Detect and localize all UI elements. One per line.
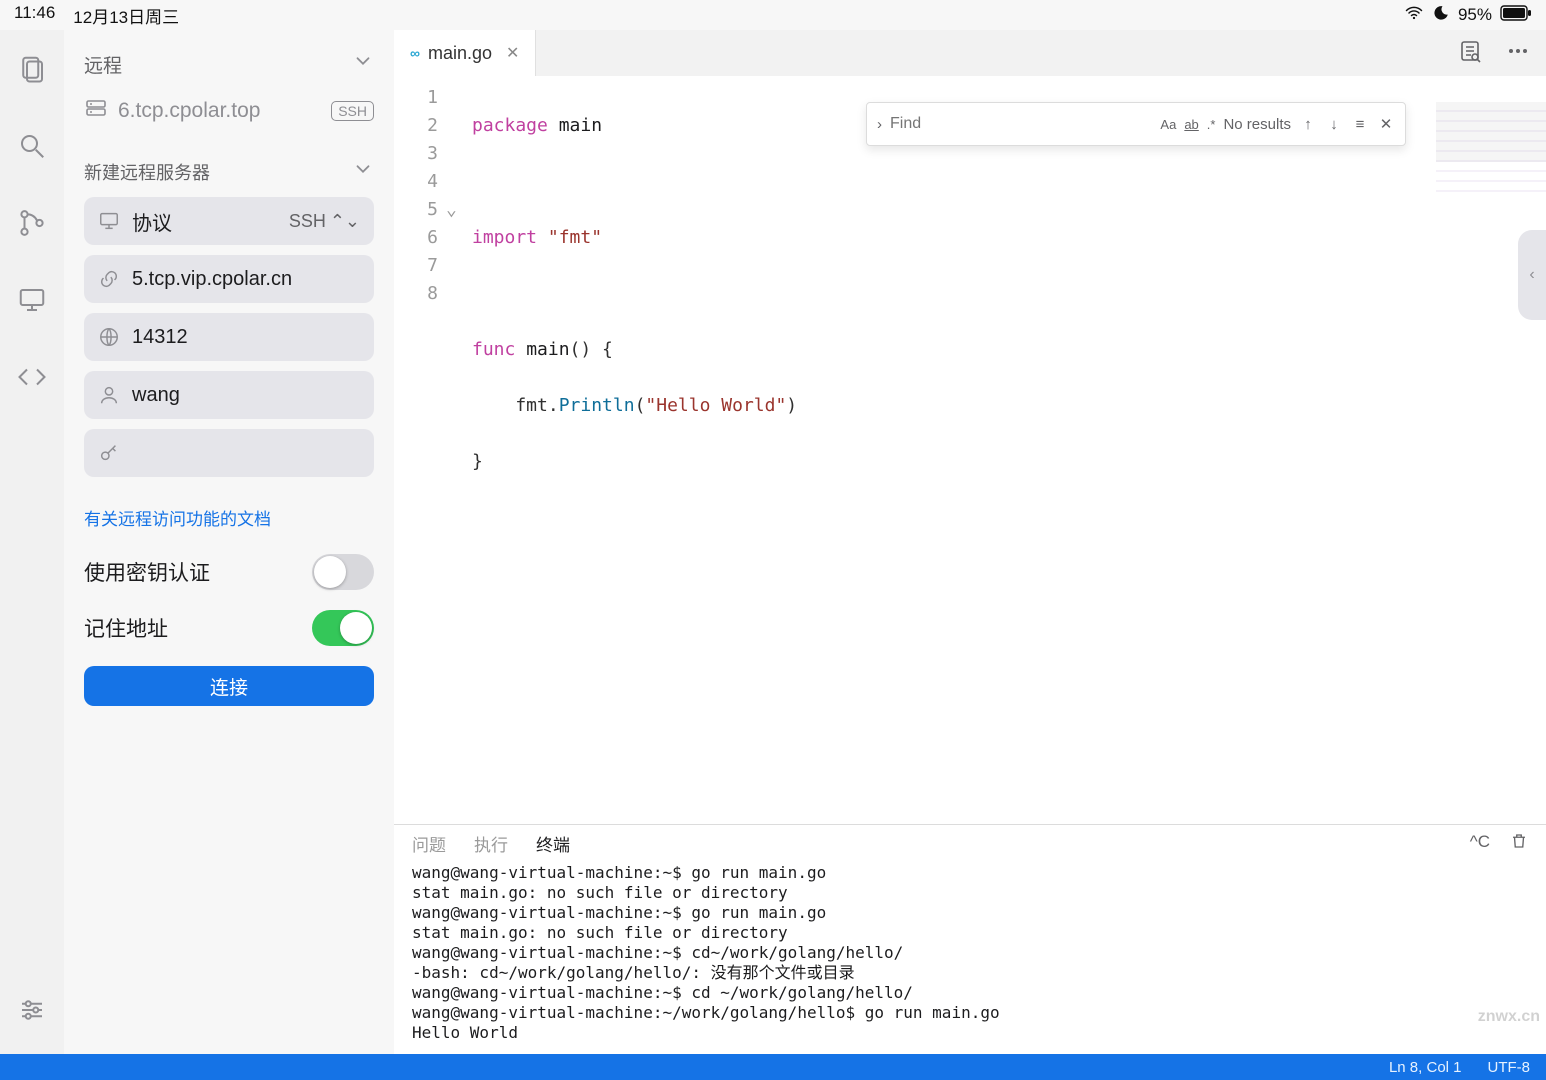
tab-terminal[interactable]: 终端 [536, 831, 570, 856]
ios-status-bar: 11:46 12月13日周三 95% [0, 0, 1546, 30]
whole-word-icon[interactable]: ab [1184, 117, 1198, 132]
host-field[interactable]: 5.tcp.vip.cpolar.cn [84, 255, 374, 303]
bottom-panel: 问题 执行 终端 ^C wang@wang-virtual-machine:~$… [394, 824, 1546, 1054]
encoding[interactable]: UTF-8 [1488, 1059, 1531, 1076]
trash-icon[interactable] [1510, 832, 1528, 855]
side-grip[interactable]: ‹ [1518, 230, 1546, 320]
reader-icon[interactable] [1458, 39, 1482, 68]
battery-percent: 95% [1458, 5, 1492, 25]
terminal-output[interactable]: wang@wang-virtual-machine:~$ go run main… [394, 861, 1546, 1054]
cursor-position[interactable]: Ln 8, Col 1 [1389, 1059, 1462, 1076]
go-file-icon: ∞ [410, 45, 420, 61]
find-bar: › Aa ab .* No results ↑ ↓ ≡ ✕ [866, 102, 1406, 146]
tab-filename: main.go [428, 43, 492, 64]
line-gutter: 12345678 [394, 76, 446, 824]
remote-sidebar: 远程 6.tcp.cpolar.top SSH 新建远程服务器 协议 SSH⌃⌄… [64, 30, 394, 1054]
status-date: 12月13日周三 [73, 3, 179, 28]
remote-icon[interactable] [17, 285, 47, 320]
files-icon[interactable] [17, 54, 47, 89]
close-find-icon[interactable]: ✕ [1377, 115, 1395, 133]
expand-icon[interactable]: › [877, 116, 882, 133]
search-icon[interactable] [17, 131, 47, 166]
user-icon [98, 384, 120, 406]
port-value: 14312 [132, 326, 360, 349]
chevron-down-icon[interactable] [352, 50, 374, 78]
find-results: No results [1223, 116, 1291, 133]
protocol-label: 协议 [132, 207, 277, 236]
sidebar-title: 远程 [84, 51, 122, 78]
key-icon [98, 442, 120, 464]
code-content[interactable]: package main import "fmt" func main() { … [468, 76, 1546, 824]
port-field[interactable]: 14312 [84, 313, 374, 361]
link-icon [98, 268, 120, 290]
minimap[interactable] [1436, 102, 1546, 192]
server-host: 6.tcp.cpolar.top [118, 99, 260, 123]
fold-icon[interactable]: ⌄ [446, 196, 468, 224]
updown-icon: ⌃⌄ [330, 211, 360, 232]
close-icon[interactable]: ✕ [506, 43, 519, 63]
watermark: znwx.cn [1478, 1008, 1540, 1026]
status-time: 11:46 [14, 3, 55, 28]
tab-main-go[interactable]: ∞ main.go ✕ [394, 30, 536, 76]
tab-problems[interactable]: 问题 [412, 831, 446, 856]
more-icon[interactable] [1506, 39, 1530, 68]
protocol-field[interactable]: 协议 SSH⌃⌄ [84, 197, 374, 245]
terminal-shortcut[interactable]: ^C [1470, 832, 1490, 855]
new-server-title: 新建远程服务器 [84, 159, 210, 185]
chevron-down-icon[interactable] [352, 158, 374, 185]
switch-remember-label: 记住地址 [84, 613, 168, 643]
switch-key-auth-label: 使用密钥认证 [84, 557, 210, 587]
moon-icon [1432, 4, 1450, 27]
find-in-selection-icon[interactable]: ≡ [1351, 116, 1369, 133]
connect-button[interactable]: 连接 [84, 666, 374, 706]
editor-area: ∞ main.go ✕ 12345678 ⌄ package main impo… [394, 30, 1546, 1054]
switch-key-auth[interactable] [312, 554, 374, 590]
prev-match-icon[interactable]: ↑ [1299, 116, 1317, 133]
tab-run[interactable]: 执行 [474, 831, 508, 856]
switch-remember[interactable] [312, 610, 374, 646]
server-icon [84, 96, 108, 126]
status-bar-bottom: Ln 8, Col 1 UTF-8 [0, 1054, 1546, 1080]
source-control-icon[interactable] [17, 208, 47, 243]
user-field[interactable]: wang [84, 371, 374, 419]
editor-tabs: ∞ main.go ✕ [394, 30, 1546, 76]
regex-icon[interactable]: .* [1207, 117, 1216, 132]
find-input[interactable] [890, 115, 1152, 133]
activity-rail [0, 30, 64, 1054]
monitor-icon [98, 210, 120, 232]
host-value: 5.tcp.vip.cpolar.cn [132, 268, 360, 291]
remote-docs-link[interactable]: 有关远程访问功能的文档 [84, 505, 374, 530]
code-icon[interactable] [17, 362, 47, 397]
fold-column[interactable]: ⌄ [446, 76, 468, 824]
next-match-icon[interactable]: ↓ [1325, 116, 1343, 133]
match-case-icon[interactable]: Aa [1160, 117, 1176, 132]
protocol-value: SSH [289, 211, 326, 232]
globe-icon [98, 326, 120, 348]
key-field[interactable] [84, 429, 374, 477]
wifi-icon [1404, 3, 1424, 28]
battery-icon [1500, 5, 1532, 26]
server-entry[interactable]: 6.tcp.cpolar.top SSH [84, 96, 374, 126]
ssh-badge: SSH [331, 101, 374, 121]
settings-icon[interactable] [17, 995, 47, 1030]
user-value: wang [132, 384, 360, 407]
code-editor[interactable]: 12345678 ⌄ package main import "fmt" fun… [394, 76, 1546, 824]
